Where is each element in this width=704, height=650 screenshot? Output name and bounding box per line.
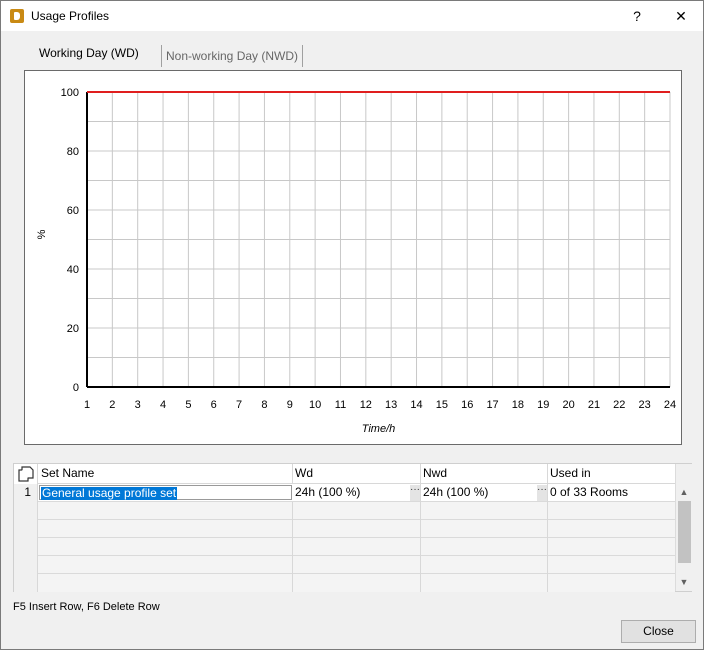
x-tick-label: 11 [335,399,346,411]
empty-cell [39,520,293,538]
y-tick-label: 60 [67,205,79,217]
wd-cell[interactable]: 24h (100 %) [293,484,421,502]
wd-ellipsis-button[interactable]: ··· [410,485,420,501]
empty-cell [293,502,421,520]
x-tick-label: 16 [461,399,473,411]
copy-corner-cell[interactable] [14,464,38,484]
scroll-up-arrow-icon[interactable]: ▲ [676,484,692,501]
close-button[interactable]: Close [621,620,696,643]
x-tick-label: 18 [512,399,524,411]
x-tick-label: 3 [135,399,141,411]
scroll-down-arrow-icon[interactable]: ▼ [676,574,692,591]
y-axis-label: % [36,229,48,239]
x-tick-label: 23 [639,399,651,411]
copy-icon [18,466,34,482]
row-number-empty [14,520,38,538]
col-header-used-in[interactable]: Used in [548,464,675,484]
usage-profiles-dialog: Usage Profiles ? ✕ Working Day (WD) Non-… [0,0,704,650]
x-tick-label: 21 [588,399,600,411]
window-title: Usage Profiles [31,9,110,23]
empty-cell [421,556,548,574]
x-tick-label: 7 [236,399,242,411]
y-tick-label: 0 [73,382,79,394]
x-tick-label: 15 [436,399,448,411]
empty-cell [421,502,548,520]
row-number-empty [14,538,38,556]
empty-cell [39,538,293,556]
x-tick-label: 14 [410,399,422,411]
x-tick-label: 4 [160,399,166,411]
empty-row[interactable] [14,502,675,520]
x-tick-label: 9 [287,399,293,411]
scroll-thumb[interactable] [678,501,691,563]
grid-vertical-scrollbar[interactable]: ▲ ▼ [675,464,692,591]
profile-set-grid: Set Name Wd Nwd Used in 1 General usage … [13,463,692,592]
keyboard-hint: F5 Insert Row, F6 Delete Row [13,601,160,613]
col-header-set-name[interactable]: Set Name [39,464,293,484]
row-number: 1 [14,484,38,502]
app-icon [10,9,24,23]
x-tick-label: 13 [385,399,397,411]
nwd-value: 24h (100 %) [423,485,489,499]
grid-rows: 1 General usage profile set 24h (100 %) … [14,484,675,592]
wd-value: 24h (100 %) [295,485,361,499]
x-tick-label: 6 [211,399,217,411]
x-tick-label: 1 [84,399,90,411]
table-row[interactable]: 1 General usage profile set 24h (100 %) … [14,484,675,502]
empty-row[interactable] [14,538,675,556]
close-window-button[interactable]: ✕ [659,1,703,31]
row-number-empty [14,556,38,574]
col-header-nwd[interactable]: Nwd [421,464,548,484]
usage-chart: 1 2 3 4 5 6 7 8 9 10 11 12 13 14 15 16 17 18 19 20 21 22 23 240… [36,87,676,435]
x-tick-label: 10 [309,399,321,411]
x-tick-label: 22 [613,399,625,411]
empty-cell [293,520,421,538]
help-button[interactable]: ? [615,1,659,31]
x-tick-label: 20 [562,399,574,411]
x-tick-label: 17 [486,399,498,411]
set-name-editor[interactable]: General usage profile set [39,485,292,500]
empty-cell [421,538,548,556]
x-tick-label: 8 [261,399,267,411]
x-axis-label: Time/h [362,423,396,435]
row-number-empty [14,502,38,520]
tab-working-day[interactable]: Working Day (WD) [35,41,143,67]
tab-non-working-day[interactable]: Non-working Day (NWD) [161,45,304,67]
used-in-cell: 0 of 33 Rooms [548,484,675,502]
empty-cell [39,502,293,520]
set-name-value: General usage profile set [41,486,178,500]
usage-chart-panel: 1 2 3 4 5 6 7 8 9 10 11 12 13 14 15 16 17 18 19 20 21 22 23 24 0… [24,70,682,445]
y-tick-label: 80 [67,146,79,158]
empty-cell [39,556,293,574]
empty-cell [39,574,293,592]
nwd-cell[interactable]: 24h (100 %) [421,484,548,502]
title-bar: Usage Profiles ? ✕ [1,1,703,31]
empty-row[interactable] [14,520,675,538]
used-in-value: 0 of 33 Rooms [550,485,629,499]
empty-row[interactable] [14,574,675,592]
empty-cell [293,556,421,574]
grid-header: Set Name Wd Nwd Used in [14,464,675,484]
nwd-ellipsis-button[interactable]: ··· [537,485,547,501]
empty-cell [293,574,421,592]
row-number-empty [14,574,38,592]
empty-row[interactable] [14,556,675,574]
x-tick-label: 19 [537,399,549,411]
col-header-wd[interactable]: Wd [293,464,421,484]
empty-cell [421,520,548,538]
x-tick-label: 5 [185,399,191,411]
x-tick-label: 2 [109,399,115,411]
y-tick-label: 100 [61,87,79,99]
empty-cell [293,538,421,556]
empty-cell [421,574,548,592]
y-tick-label: 20 [67,323,79,335]
y-tick-label: 40 [67,264,79,276]
x-tick-label: 24 [664,399,676,411]
x-tick-label: 12 [360,399,372,411]
